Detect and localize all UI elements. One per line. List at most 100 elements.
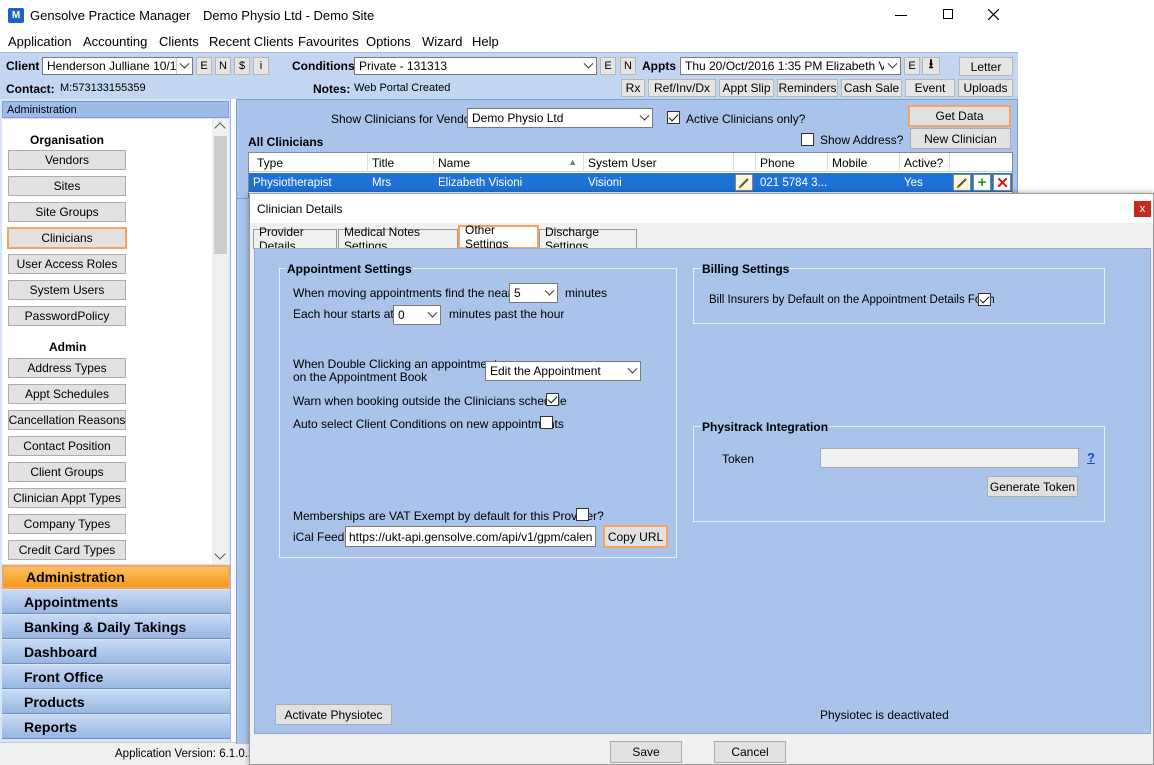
col-active[interactable]: Active?	[900, 153, 950, 172]
scroll-down-icon[interactable]	[214, 548, 226, 560]
sidebar-item-cancellation-reasons[interactable]: Cancellation Reasons	[8, 410, 126, 430]
sidebar-item-company-types[interactable]: Company Types	[8, 514, 126, 534]
sidebar-item-system-users[interactable]: System Users	[8, 280, 126, 300]
new-clinician-button[interactable]: New Clinician	[910, 128, 1011, 149]
condition-edit-button[interactable]: E	[600, 57, 616, 75]
client-select[interactable]: Henderson Julliane 10/10/1	[42, 57, 193, 75]
sidebar-item-appt-schedules[interactable]: Appt Schedules	[8, 384, 126, 404]
nav-reports[interactable]: Reports	[2, 715, 230, 739]
col-system-user[interactable]: System User	[584, 153, 734, 172]
col-name[interactable]: Name ▲	[434, 153, 584, 172]
hour-start-select[interactable]: 0	[393, 305, 441, 325]
vat-exempt-checkbox[interactable]	[576, 508, 589, 521]
bill-insurers-checkbox[interactable]	[978, 293, 991, 306]
client-new-button[interactable]: N	[215, 57, 231, 75]
col-phone[interactable]: Phone	[756, 153, 828, 172]
sidebar-item-address-types[interactable]: Address Types	[8, 358, 126, 378]
sidebar-item-sites[interactable]: Sites	[8, 176, 126, 196]
save-button[interactable]: Save	[610, 741, 682, 763]
client-edit-button[interactable]: E	[196, 57, 212, 75]
nearest-label: When moving appointments find the neares…	[293, 286, 528, 300]
dialog-title-bar: Clinician Details x	[250, 194, 1153, 223]
token-input[interactable]	[820, 448, 1079, 468]
menu-wizard[interactable]: Wizard	[422, 34, 462, 49]
sidebar-item-credit-card-types[interactable]: Credit Card Types	[8, 540, 126, 560]
col-title[interactable]: Title	[368, 153, 434, 172]
nav-appointments[interactable]: Appointments	[2, 590, 230, 614]
reminders-button[interactable]: Reminders	[777, 79, 838, 97]
nav-front-office[interactable]: Front Office	[2, 665, 230, 689]
event-button[interactable]: Event	[905, 79, 955, 97]
download-icon[interactable]: ⭳	[922, 56, 940, 75]
table-row[interactable]: Physiotherapist Mrs Elizabeth Visioni Vi…	[249, 173, 1012, 192]
add-row-icon[interactable]: +	[973, 174, 991, 191]
active-only-checkbox[interactable]	[667, 111, 680, 124]
generate-token-button[interactable]: Generate Token	[987, 476, 1078, 497]
sidebar-item-client-groups[interactable]: Client Groups	[8, 462, 126, 482]
cash-sale-button[interactable]: Cash Sale	[841, 79, 902, 97]
client-bar: Client Henderson Julliane 10/10/1 E N $ …	[0, 52, 1018, 99]
help-link[interactable]: ?	[1087, 450, 1095, 465]
menu-clients[interactable]: Clients	[159, 34, 199, 49]
menu-favourites[interactable]: Favourites	[298, 34, 359, 49]
appt-edit-button[interactable]: E	[904, 57, 920, 75]
col-type[interactable]: Type	[253, 153, 368, 172]
ref-inv-dx-button[interactable]: Ref/Inv/Dx	[648, 79, 716, 97]
cancel-button[interactable]: Cancel	[714, 741, 786, 763]
condition-new-button[interactable]: N	[620, 57, 636, 75]
conditions-select[interactable]: Private - 131313	[354, 57, 597, 75]
sidebar-scrollbar[interactable]	[212, 119, 229, 564]
minimize-icon[interactable]	[895, 15, 907, 16]
appts-select[interactable]: Thu 20/Oct/2016 1:35 PM Elizabeth Visic	[680, 57, 901, 75]
nav-products[interactable]: Products	[2, 690, 230, 714]
menu-application[interactable]: Application	[8, 34, 72, 49]
nav-administration[interactable]: Administration	[2, 565, 230, 589]
warn-schedule-checkbox[interactable]	[546, 393, 559, 406]
sidebar-item-clinicians[interactable]: Clinicians	[7, 227, 127, 249]
row-type: Physiotherapist	[253, 176, 332, 189]
menu-recent-clients[interactable]: Recent Clients	[209, 34, 294, 49]
close-icon[interactable]	[988, 9, 999, 20]
get-data-button[interactable]: Get Data	[908, 105, 1011, 127]
token-label: Token	[722, 452, 755, 466]
menu-options[interactable]: Options	[366, 34, 411, 49]
client-info-button[interactable]: i	[253, 57, 269, 75]
auto-select-checkbox[interactable]	[540, 416, 553, 429]
sidebar-item-contact-position[interactable]: Contact Position	[8, 436, 126, 456]
dialog-close-icon[interactable]: x	[1134, 201, 1151, 217]
menu-bar: Application Accounting Clients Recent Cl…	[0, 31, 1018, 52]
menu-help[interactable]: Help	[472, 34, 499, 49]
nav-dashboard[interactable]: Dashboard	[2, 640, 230, 664]
nav-banking[interactable]: Banking & Daily Takings	[2, 615, 230, 639]
col-mobile[interactable]: Mobile	[828, 153, 900, 172]
scroll-up-icon[interactable]	[214, 122, 226, 134]
tab-other-settings[interactable]: Other Settings	[458, 223, 539, 251]
rx-button[interactable]: Rx	[621, 79, 645, 97]
double-click-select[interactable]: Edit the Appointment	[485, 361, 641, 381]
menu-accounting[interactable]: Accounting	[83, 34, 147, 49]
tab-discharge-settings[interactable]: Discharge Settings	[539, 225, 637, 253]
uploads-button[interactable]: Uploads	[958, 79, 1013, 97]
maximize-icon[interactable]	[943, 9, 953, 19]
sidebar-item-password-policy[interactable]: PasswordPolicy	[8, 306, 126, 326]
sidebar-item-vendors[interactable]: Vendors	[8, 150, 126, 170]
copy-url-button[interactable]: Copy URL	[603, 525, 668, 548]
show-address-checkbox[interactable]	[801, 133, 814, 146]
activate-physiotec-button[interactable]: Activate Physiotec	[275, 704, 392, 725]
delete-row-icon[interactable]	[993, 174, 1011, 191]
letter-button[interactable]: Letter	[959, 57, 1013, 76]
ical-feed-input[interactable]	[345, 526, 596, 547]
edit-row-icon[interactable]	[953, 174, 971, 191]
nearest-select[interactable]: 5	[509, 283, 558, 303]
client-account-button[interactable]: $	[234, 57, 250, 75]
appt-slip-button[interactable]: Appt Slip	[719, 79, 774, 97]
tab-medical-notes-settings[interactable]: Medical Notes Settings	[338, 225, 458, 253]
sidebar-item-site-groups[interactable]: Site Groups	[8, 202, 126, 222]
pencil-icon[interactable]	[735, 174, 753, 191]
vendor-select[interactable]: Demo Physio Ltd	[467, 108, 653, 128]
scroll-thumb[interactable]	[214, 136, 227, 254]
tab-provider-details[interactable]: Provider Details	[253, 225, 337, 253]
sidebar-item-clinician-appt-types[interactable]: Clinician Appt Types	[8, 488, 126, 508]
sidebar-item-user-access-roles[interactable]: User Access Roles	[8, 254, 126, 274]
chevron-down-icon	[636, 109, 652, 127]
